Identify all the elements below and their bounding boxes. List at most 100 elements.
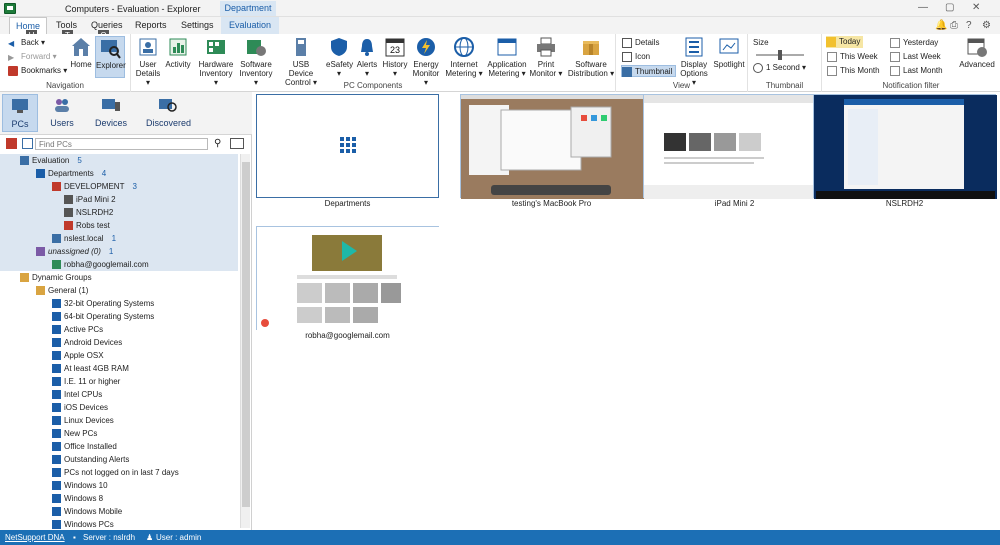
minimize-icon[interactable]: — <box>918 2 928 13</box>
tab-devices[interactable]: Devices <box>92 94 130 132</box>
activity-button[interactable]: Activity <box>163 36 193 69</box>
software-inventory-button[interactable]: Software Inventory ▾ <box>237 36 275 87</box>
settings-icon[interactable]: ⚙ <box>982 20 991 31</box>
back-button[interactable]: ◀ Back ▾ <box>8 37 45 49</box>
tree-row[interactable]: General (1) <box>0 284 238 297</box>
tree-options-icon[interactable] <box>230 138 244 149</box>
tree-row[interactable]: I.E. 11 or higher <box>0 375 238 388</box>
status-product[interactable]: NetSupport DNA <box>5 533 65 542</box>
tree-row[interactable]: robha@googlemail.com <box>0 258 238 271</box>
help-icon[interactable]: ? <box>966 20 972 31</box>
app-icon[interactable] <box>4 3 16 14</box>
user-details-button[interactable]: User Details ▾ <box>133 36 163 87</box>
print-monitor-button[interactable]: Print Monitor ▾ <box>529 36 563 78</box>
tree-row[interactable]: Windows 10 <box>0 479 238 492</box>
view-icon-button[interactable]: Icon <box>622 51 650 63</box>
tree-row[interactable]: Linux Devices <box>0 414 238 427</box>
filter-this-week[interactable]: This Week <box>827 51 878 63</box>
tree-row[interactable]: Departments 4 <box>0 167 238 180</box>
tree-row[interactable]: iPad Mini 2 <box>0 193 238 206</box>
binoculars-icon[interactable]: ⚲ <box>214 138 221 149</box>
week-icon <box>827 51 837 62</box>
tree-row[interactable]: 64-bit Operating Systems <box>0 310 238 323</box>
tab-tools[interactable]: Tools <box>56 20 77 30</box>
thumb-departments[interactable] <box>256 94 439 198</box>
tree-row[interactable]: DEVELOPMENT 3 <box>0 180 238 193</box>
advanced-button[interactable]: Advanced <box>958 36 996 69</box>
software-distribution-button[interactable]: Software Distribution ▾ <box>567 36 615 78</box>
tree-scrollbar[interactable] <box>240 154 250 528</box>
thumb-nslrdh2[interactable] <box>813 94 997 199</box>
esafety-button[interactable]: eSafety ▾ <box>326 36 353 78</box>
application-metering-button[interactable]: Application Metering ▾ <box>485 36 529 78</box>
tree-row[interactable]: New PCs <box>0 427 238 440</box>
tree-row[interactable]: Intel CPUs <box>0 388 238 401</box>
tree-row[interactable]: PCs not logged on in last 7 days <box>0 466 238 479</box>
tree-row[interactable]: iOS Devices <box>0 401 238 414</box>
tree-row[interactable]: NSLRDH2 <box>0 206 238 219</box>
user-details-icon <box>139 38 157 56</box>
filter-last-week[interactable]: Last Week <box>890 51 941 63</box>
thumb-ipad[interactable] <box>643 94 827 199</box>
tree-scrollbar-thumb[interactable] <box>242 162 250 507</box>
view-thumbnail-button[interactable]: Thumbnail <box>621 65 677 77</box>
tree-node-icon <box>52 299 61 309</box>
spotlight-button[interactable]: Spotlight <box>712 36 746 69</box>
tree-row[interactable]: Active PCs <box>0 323 238 336</box>
hardware-inventory-button[interactable]: Hardware Inventory ▾ <box>197 36 235 87</box>
filter-today[interactable]: Today <box>826 36 864 48</box>
pin-icon[interactable] <box>22 138 33 149</box>
history-button[interactable]: 23 History ▾ <box>381 36 409 78</box>
tree-node-label: NSLRDH2 <box>76 208 114 217</box>
tree-row[interactable]: Robs test <box>0 219 238 232</box>
tree-row[interactable]: At least 4GB RAM <box>0 362 238 375</box>
alerts-button[interactable]: Alerts ▾ <box>355 36 379 78</box>
usb-device-control-button[interactable]: USB Device Control ▾ <box>281 36 321 87</box>
bell-icon[interactable]: 🔔 <box>935 20 947 31</box>
activity-icon <box>169 38 187 56</box>
tree-row[interactable]: Dynamic Groups <box>0 271 238 284</box>
tree-row[interactable]: Windows Mobile <box>0 505 238 518</box>
maximize-icon[interactable]: ▢ <box>945 2 954 13</box>
tree-row[interactable]: Office Installed <box>0 440 238 453</box>
forward-button[interactable]: ▶ Forward ▾ <box>8 51 57 63</box>
tree-row[interactable]: Evaluation 5 <box>0 154 238 167</box>
tree-row[interactable]: 32-bit Operating Systems <box>0 297 238 310</box>
tab-discovered[interactable]: Discovered <box>146 94 191 132</box>
tab-settings[interactable]: Settings <box>181 20 214 30</box>
tree-row[interactable]: Outstanding Alerts <box>0 453 238 466</box>
tab-queries[interactable]: Queries <box>91 20 123 30</box>
tree-node-icon <box>52 338 61 348</box>
tree-node-icon <box>52 468 61 478</box>
filter-yesterday[interactable]: Yesterday <box>890 37 938 49</box>
filter-last-month[interactable]: Last Month <box>890 65 943 77</box>
printer-icon[interactable]: ⎙ <box>950 20 958 31</box>
display-options-button[interactable]: Display Options ▾ <box>678 36 710 87</box>
bookmarks-button[interactable]: Bookmarks ▾ <box>8 65 67 77</box>
internet-metering-button[interactable]: Internet Metering ▾ <box>445 36 483 78</box>
tree-row[interactable]: Windows 8 <box>0 492 238 505</box>
group-label-notification-filter: Notification filter <box>882 81 940 90</box>
find-pcs-input[interactable]: Find PCs <box>35 138 208 150</box>
close-icon[interactable]: ✕ <box>972 2 980 13</box>
tree-row[interactable]: unassigned (0) 1 <box>0 245 238 258</box>
filter-icon[interactable] <box>6 138 17 149</box>
thumb-robha[interactable] <box>256 226 440 331</box>
view-details-button[interactable]: Details <box>622 37 659 49</box>
home-button[interactable]: Home <box>68 36 94 69</box>
tab-reports[interactable]: Reports <box>135 20 167 30</box>
size-slider-handle[interactable] <box>778 50 782 60</box>
interval-select[interactable]: 1 Second ▾ <box>753 62 806 74</box>
explorer-button[interactable]: Explorer <box>95 36 126 78</box>
thumb-macbook[interactable] <box>460 94 644 199</box>
tree-row[interactable]: nslest.local 1 <box>0 232 238 245</box>
tree-row[interactable]: Apple OSX <box>0 349 238 362</box>
tree-node-icon <box>64 195 73 205</box>
tree-row[interactable]: Android Devices <box>0 336 238 349</box>
tab-evaluation[interactable]: Evaluation <box>221 17 280 34</box>
tree-node-label: iPad Mini 2 <box>76 195 116 204</box>
tab-users[interactable]: Users <box>44 94 80 132</box>
energy-monitor-button[interactable]: Energy Monitor ▾ <box>410 36 442 87</box>
filter-this-month[interactable]: This Month <box>827 65 880 77</box>
tab-pcs[interactable]: PCs <box>2 94 38 132</box>
